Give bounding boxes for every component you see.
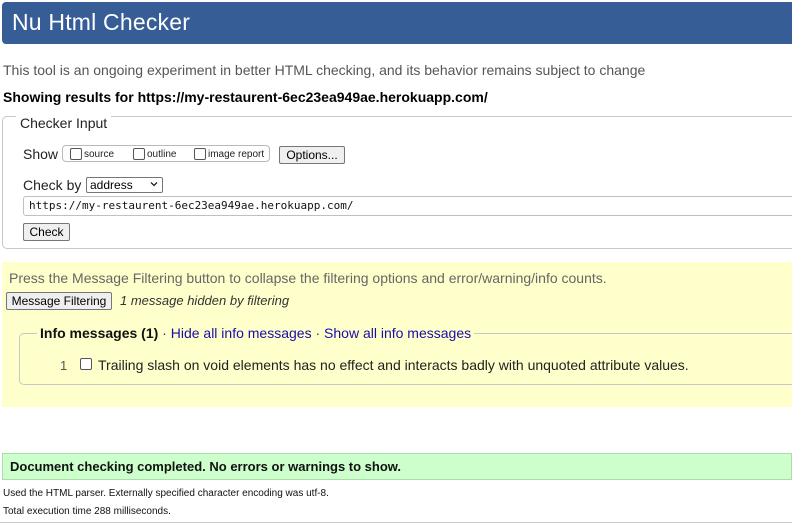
success-message: Document checking completed. No errors o… — [10, 459, 402, 474]
intro-text: This tool is an ongoing experiment in be… — [3, 62, 646, 78]
check-by-select[interactable]: address — [86, 177, 163, 193]
image-report-checkbox-label[interactable]: image report — [208, 149, 264, 160]
source-checkbox[interactable] — [70, 148, 82, 160]
info-messages-legend: Info messages (1) · Hide all info messag… — [37, 325, 475, 341]
hidden-message-note: 1 message hidden by filtering — [120, 293, 290, 308]
app-title[interactable]: Nu Html Checker — [12, 9, 190, 36]
show-all-info-link[interactable]: Show all info messages — [324, 325, 471, 341]
checker-input-legend: Checker Input — [16, 115, 112, 131]
check-by-label: Check by — [23, 177, 82, 193]
filtering-hint: Press the Message Filtering button to co… — [9, 270, 607, 286]
execution-time-note: Total execution time 288 milliseconds. — [3, 506, 171, 517]
check-button[interactable]: Check — [23, 223, 70, 241]
info-messages-title: Info messages (1) — [40, 325, 159, 341]
legend-separator: · — [315, 325, 321, 341]
show-label: Show — [23, 146, 59, 162]
message-filtering-panel: Press the Message Filtering button to co… — [2, 262, 792, 407]
chevron-down-icon — [150, 182, 158, 187]
check-by-selected-value: address — [90, 178, 133, 192]
bottom-divider — [0, 522, 792, 523]
url-input[interactable]: https://my-restaurent-6ec23ea949ae.herok… — [23, 196, 792, 216]
outline-checkbox-label[interactable]: outline — [147, 149, 176, 160]
show-options-group: source outline image report — [62, 145, 270, 162]
app-header: Nu Html Checker — [2, 2, 792, 44]
parser-note: Used the HTML parser. Externally specifi… — [3, 488, 329, 499]
message-number: 1 — [60, 358, 68, 373]
hide-all-info-link[interactable]: Hide all info messages — [171, 325, 312, 341]
showing-results-heading: Showing results for https://my-restauren… — [3, 89, 488, 105]
message-filter-checkbox[interactable] — [80, 358, 92, 370]
outline-checkbox[interactable] — [133, 148, 145, 160]
message-filtering-button[interactable]: Message Filtering — [6, 292, 112, 310]
success-banner: Document checking completed. No errors o… — [2, 453, 792, 480]
options-button[interactable]: Options... — [279, 146, 345, 164]
source-checkbox-label[interactable]: source — [84, 149, 114, 160]
info-message-text: Trailing slash on void elements has no e… — [98, 357, 689, 373]
legend-separator: · — [162, 325, 167, 341]
image-report-checkbox[interactable] — [194, 148, 206, 160]
